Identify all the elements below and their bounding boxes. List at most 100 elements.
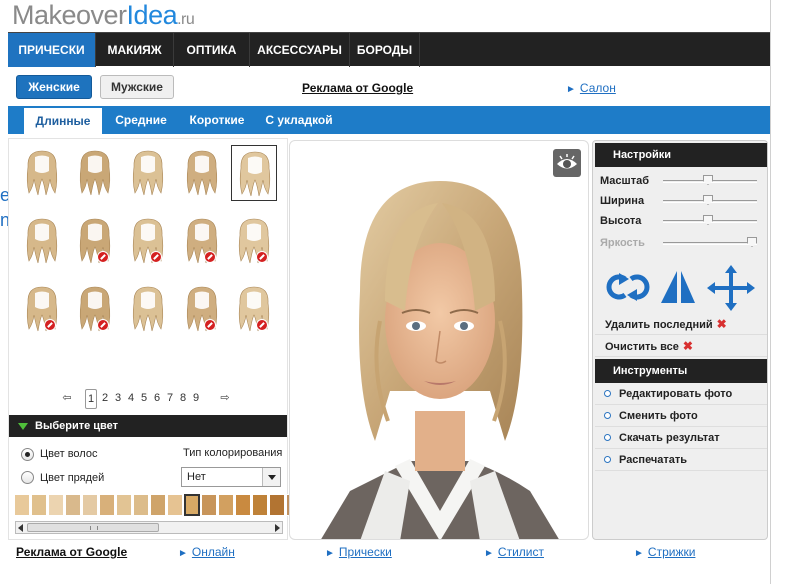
online-link[interactable]: ► Онлайн	[178, 545, 235, 559]
female-button[interactable]: Женские	[16, 75, 92, 99]
color-swatch[interactable]	[269, 494, 285, 516]
page-2[interactable]: 2	[99, 389, 111, 407]
nav-glasses[interactable]: ОПТИКА	[174, 33, 250, 67]
color-swatch[interactable]	[252, 494, 268, 516]
scrollbar-thumb[interactable]	[27, 523, 159, 532]
hairstyle-thumbnail[interactable]	[19, 213, 65, 269]
edit-photo-link[interactable]: Редактировать фото	[595, 383, 767, 405]
nav-makeup[interactable]: МАКИЯЖ	[96, 33, 174, 67]
hairstyle-thumbnail[interactable]	[179, 281, 225, 337]
hairstyles-link[interactable]: ► Прически	[325, 545, 392, 559]
hairstyle-thumbnail[interactable]	[72, 281, 118, 337]
scroll-left-icon[interactable]	[18, 524, 23, 532]
flip-icon[interactable]	[661, 271, 695, 303]
logo-text-makeover: Makeover	[12, 0, 127, 30]
next-page-icon[interactable]: ⇨	[219, 389, 231, 407]
page-9[interactable]: 9	[190, 389, 202, 407]
length-tabs: Длинные Средние Короткие С укладкой	[8, 106, 770, 134]
slider-knob[interactable]	[703, 175, 713, 185]
tab-styled[interactable]: С укладкой	[258, 106, 340, 134]
color-swatch[interactable]	[14, 494, 30, 516]
color-swatch[interactable]	[150, 494, 166, 516]
tab-long[interactable]: Длинные	[24, 108, 102, 134]
haircuts-link[interactable]: ► Стрижки	[634, 545, 695, 559]
prev-page-icon[interactable]: ⇦	[61, 389, 73, 407]
page-6[interactable]: 6	[151, 389, 163, 407]
page-1[interactable]: 1	[85, 389, 97, 409]
hairstyle-thumbnail[interactable]	[72, 145, 118, 201]
color-swatch[interactable]	[116, 494, 132, 516]
color-swatch[interactable]	[133, 494, 149, 516]
color-swatch[interactable]	[99, 494, 115, 516]
scroll-right-icon[interactable]	[275, 524, 280, 532]
height-slider[interactable]	[663, 215, 757, 225]
page-5[interactable]: 5	[138, 389, 150, 407]
site-logo[interactable]: MakeoverIdea.ru	[12, 0, 195, 30]
color-swatch[interactable]	[31, 494, 47, 516]
download-result-link[interactable]: Скачать результат	[595, 427, 767, 449]
grip-icon	[90, 526, 98, 530]
color-swatch[interactable]	[184, 494, 200, 516]
color-swatch[interactable]	[218, 494, 234, 516]
move-icon[interactable]	[707, 265, 755, 311]
clear-all-button[interactable]: Очистить все ✖	[595, 335, 767, 357]
tools-header: Инструменты	[595, 359, 767, 383]
male-button[interactable]: Мужские	[100, 75, 174, 99]
hairstyle-thumbnail[interactable]	[19, 145, 65, 201]
color-section-title: Выберите цвет	[35, 420, 119, 432]
hairstyle-thumbnail[interactable]	[125, 145, 171, 201]
color-swatch[interactable]	[65, 494, 81, 516]
nav-beards[interactable]: БОРОДЫ	[350, 33, 420, 67]
hairstyle-thumbnail[interactable]	[231, 213, 277, 269]
play-arrow-icon: ►	[566, 84, 576, 95]
swatch-scrollbar[interactable]	[15, 521, 283, 534]
hairstyle-thumbnail[interactable]	[179, 145, 225, 201]
scale-slider[interactable]	[663, 175, 757, 185]
hairstyles-link-label: Прически	[338, 545, 392, 559]
salon-link[interactable]: ► Салон	[566, 81, 616, 95]
photo-preview[interactable]	[289, 140, 589, 540]
brightness-slider[interactable]	[663, 237, 757, 247]
color-section-header[interactable]: Выберите цвет	[9, 415, 287, 437]
preview-eye-button[interactable]	[553, 149, 581, 177]
page-7[interactable]: 7	[164, 389, 176, 407]
collapse-triangle-icon	[18, 423, 28, 430]
page-3[interactable]: 3	[112, 389, 124, 407]
hairstyle-thumbnail[interactable]	[179, 213, 225, 269]
nav-hairstyles[interactable]: ПРИЧЕСКИ	[8, 33, 96, 67]
highlights-radio[interactable]	[21, 471, 34, 484]
tab-short[interactable]: Короткие	[182, 106, 252, 134]
hairstyle-thumbnail[interactable]	[125, 281, 171, 337]
hairstyle-thumbnail[interactable]	[72, 213, 118, 269]
bullet-icon	[604, 434, 611, 441]
tab-medium[interactable]: Средние	[108, 106, 174, 134]
color-swatch[interactable]	[167, 494, 183, 516]
hairstyle-thumbnail[interactable]	[231, 281, 277, 337]
print-link[interactable]: Распечатать	[595, 449, 767, 471]
page-4[interactable]: 4	[125, 389, 137, 407]
slider-knob[interactable]	[703, 195, 713, 205]
delete-last-button[interactable]: Удалить последний ✖	[595, 313, 767, 335]
slider-knob[interactable]	[703, 215, 713, 225]
slider-knob[interactable]	[747, 237, 757, 247]
page-8[interactable]: 8	[177, 389, 189, 407]
nav-accessories[interactable]: АКСЕССУАРЫ	[250, 33, 350, 67]
stylist-link[interactable]: ► Стилист	[484, 545, 544, 559]
coloring-type-select[interactable]: Нет	[181, 467, 281, 487]
coloring-type-value: Нет	[187, 471, 206, 483]
color-swatch[interactable]	[235, 494, 251, 516]
hairstyle-thumbnail[interactable]	[231, 145, 277, 201]
page-divider	[770, 0, 771, 584]
google-ads-link-top[interactable]: Реклама от Google	[302, 81, 413, 95]
hairstyle-thumbnail[interactable]	[19, 281, 65, 337]
color-swatch[interactable]	[82, 494, 98, 516]
hairstyle-thumbnail[interactable]	[125, 213, 171, 269]
rotate-icon[interactable]	[606, 273, 650, 301]
google-ads-link-bottom[interactable]: Реклама от Google	[16, 545, 127, 559]
color-swatch[interactable]	[201, 494, 217, 516]
color-swatch[interactable]	[48, 494, 64, 516]
change-photo-link[interactable]: Сменить фото	[595, 405, 767, 427]
highlights-label: Цвет прядей	[40, 472, 105, 484]
width-slider[interactable]	[663, 195, 757, 205]
hair-color-radio[interactable]	[21, 448, 34, 461]
